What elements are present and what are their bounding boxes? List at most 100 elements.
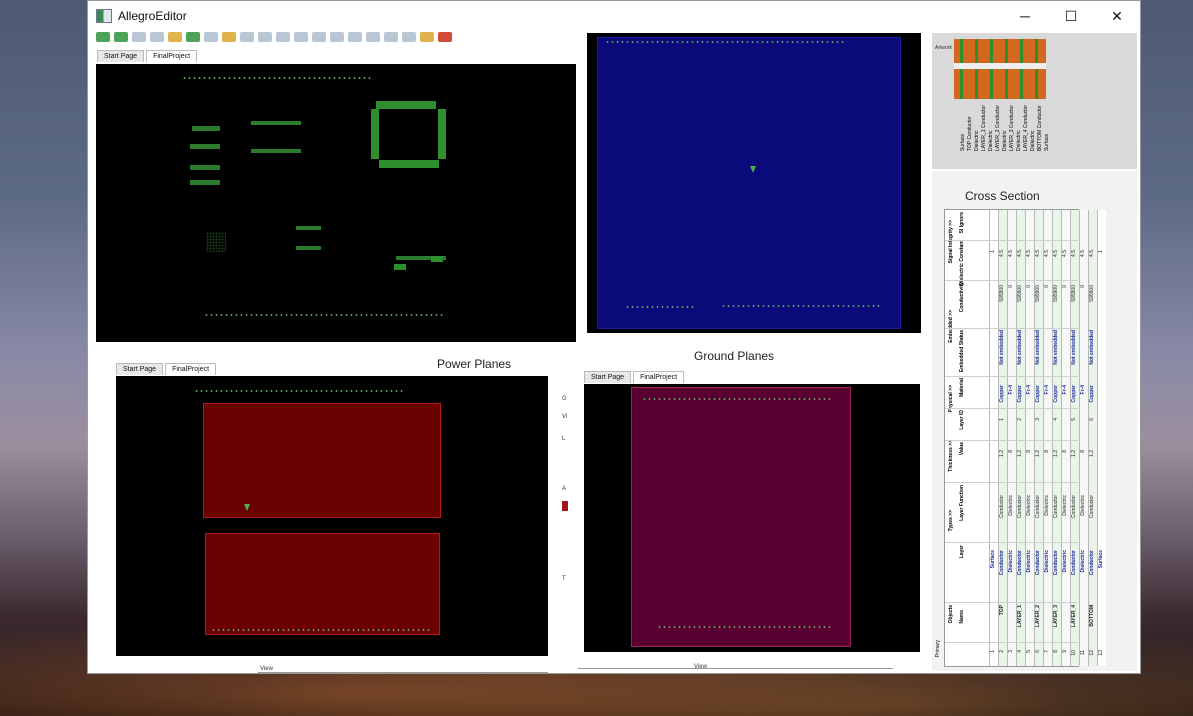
smd-pad — [394, 264, 406, 270]
table-cell: 0 — [1080, 285, 1086, 288]
table-row[interactable] — [1052, 210, 1061, 666]
tab-start-page[interactable]: Start Page — [97, 50, 145, 62]
horizontal-scrollbar[interactable] — [258, 672, 548, 673]
zoom-out-icon[interactable] — [348, 32, 362, 42]
power-plane-canvas[interactable] — [116, 376, 548, 656]
table-divider — [945, 602, 1078, 603]
ground-tabs: Start Page FinalProject — [584, 371, 685, 383]
save-icon[interactable] — [186, 32, 200, 42]
shape-icon[interactable] — [420, 32, 434, 42]
table-cell: 8 — [1080, 450, 1086, 453]
table-icon[interactable] — [276, 32, 290, 42]
table-row[interactable] — [1016, 210, 1025, 666]
column-header: Material — [959, 378, 965, 397]
3d-view-icon[interactable] — [438, 32, 452, 42]
tab-start-page[interactable]: Start Page — [116, 363, 164, 375]
table-cell: 8 — [1053, 650, 1059, 653]
horizontal-scrollbar[interactable] — [578, 668, 893, 669]
table-row[interactable] — [1025, 210, 1034, 666]
group-header[interactable]: Objects — [948, 605, 954, 623]
ground-planes-caption: Ground Planes — [694, 349, 775, 363]
board-canvas-top[interactable] — [96, 64, 576, 342]
redraw-icon[interactable] — [402, 32, 416, 42]
table-cell: 595900 — [1017, 285, 1023, 302]
maximize-button[interactable]: ☐ — [1048, 1, 1094, 31]
zoom-world-icon[interactable] — [366, 32, 380, 42]
table-row[interactable] — [998, 210, 1007, 666]
move-icon[interactable] — [258, 32, 272, 42]
resistor-array — [192, 126, 220, 131]
layers-icon[interactable] — [294, 32, 308, 42]
stackup-header: Artwork — [935, 45, 952, 51]
table-cell: 1 — [990, 250, 996, 253]
resistor-array — [190, 165, 220, 170]
table-row[interactable] — [1088, 210, 1097, 666]
grid-icon[interactable] — [204, 32, 218, 42]
slide-icon[interactable] — [222, 32, 236, 42]
zoom-fit-icon[interactable] — [312, 32, 326, 42]
table-cell: Fr-4 — [1044, 385, 1050, 395]
ground-plane-canvas[interactable] — [584, 384, 920, 652]
table-cell: Conductor — [1071, 495, 1077, 519]
side-strip: G Vi L A T — [560, 381, 572, 621]
wand-icon[interactable] — [132, 32, 146, 42]
pin-icon[interactable] — [114, 32, 128, 42]
table-cell: Not embedded — [1071, 330, 1077, 365]
add-via-icon[interactable] — [240, 32, 254, 42]
table-row[interactable] — [1070, 210, 1079, 666]
table-row[interactable] — [1007, 210, 1016, 666]
table-cell: Conductor — [1089, 495, 1095, 519]
table-cell: 2 — [1017, 418, 1023, 421]
tab-final-project[interactable]: FinalProject — [633, 371, 685, 383]
table-cell: 4.5 — [1035, 250, 1041, 257]
table-row[interactable] — [1079, 210, 1088, 666]
table-cell: 0 — [1008, 285, 1014, 288]
table-row[interactable] — [1034, 210, 1043, 666]
close-button[interactable]: ✕ — [1094, 1, 1140, 31]
table-row[interactable] — [1043, 210, 1052, 666]
ground-plane — [631, 387, 851, 647]
group-header[interactable]: Signal Integrity >> — [948, 220, 954, 263]
resistor-array — [190, 180, 220, 185]
board-canvas-blue[interactable] — [587, 33, 921, 333]
table-cell: Conductor — [999, 550, 1005, 576]
table-cell: BOTTOM — [1089, 605, 1095, 627]
via-row — [625, 306, 695, 308]
table-row[interactable] — [989, 210, 998, 666]
table-divider — [945, 376, 1078, 377]
pencil-icon[interactable] — [168, 32, 182, 42]
via-row — [211, 629, 431, 631]
table-cell: 8 — [1026, 450, 1032, 453]
tab-final-project[interactable]: FinalProject — [146, 50, 198, 62]
tab-final-project[interactable]: FinalProject — [165, 363, 217, 375]
group-header[interactable]: Thickness >> — [948, 440, 954, 472]
connect-icon[interactable] — [150, 32, 164, 42]
table-cell: 11 — [1080, 650, 1086, 656]
column-header: Layer — [959, 545, 965, 559]
table-cell: LAYER_1 — [1017, 605, 1023, 628]
table-cell: 5 — [1071, 418, 1077, 421]
group-header[interactable]: Types >> — [948, 510, 954, 531]
minimize-button[interactable]: ─ — [1002, 1, 1048, 31]
route-icon[interactable] — [96, 32, 110, 42]
table-cell: 3 — [1008, 650, 1014, 653]
main-toolbar — [96, 31, 586, 43]
table-cell: Fr-4 — [1008, 385, 1014, 395]
group-header[interactable]: Embedded >> — [948, 310, 954, 343]
zoom-previous-icon[interactable] — [384, 32, 398, 42]
table-divider — [945, 408, 1078, 409]
table-divider — [945, 280, 1078, 281]
zoom-in-icon[interactable] — [330, 32, 344, 42]
column-header: SI Ignore — [959, 212, 965, 234]
table-cell: 595900 — [1035, 285, 1041, 302]
table-row[interactable] — [1061, 210, 1070, 666]
table-cell: 8 — [1062, 450, 1068, 453]
tab-start-page[interactable]: Start Page — [584, 371, 632, 383]
table-row[interactable] — [1097, 210, 1106, 666]
ic-pad-col — [371, 109, 379, 159]
table-cell: 2 — [999, 650, 1005, 653]
app-window: AllegroEditor ─ ☐ ✕ Start Page FinalProj… — [87, 0, 1141, 674]
table-cell: Dielectric — [1008, 550, 1014, 573]
table-cell: Dielectric — [1080, 495, 1086, 516]
via-row — [182, 77, 372, 79]
